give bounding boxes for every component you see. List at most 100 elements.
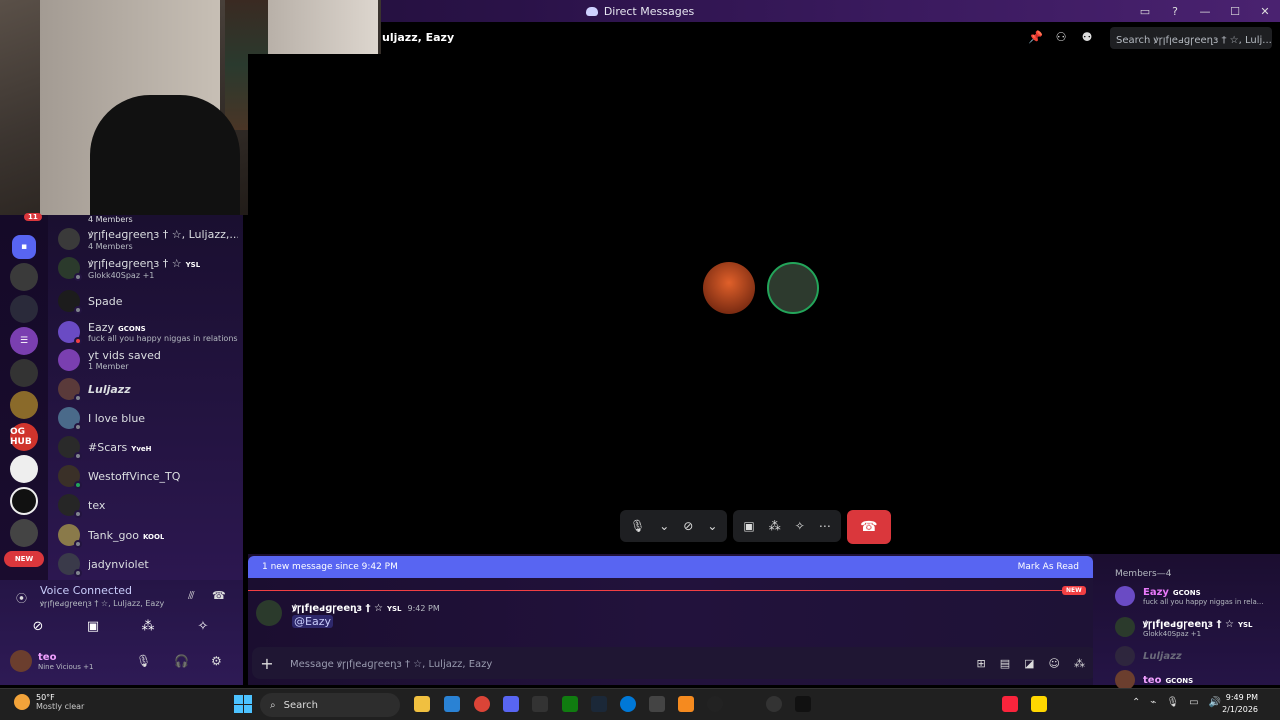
steam-icon[interactable]: [591, 696, 607, 712]
weather-widget[interactable]: 50°F Mostly clear: [14, 693, 84, 711]
chevron-down-icon[interactable]: ⌄: [659, 519, 669, 533]
pin-icon[interactable]: 📌: [1028, 30, 1043, 44]
app-icon-2[interactable]: [678, 696, 694, 712]
store-icon[interactable]: [444, 696, 460, 712]
dm-item[interactable]: ꝟꞅꞁfꞁeԁɡꞅeeղɜ † ☆ YSL Glokk40Spaz +1: [58, 254, 238, 282]
participant-avatar-speaking[interactable]: [767, 262, 819, 314]
weather-desc: Mostly clear: [36, 702, 85, 711]
dm-item[interactable]: #Scars YveH: [58, 433, 238, 461]
soundboard-icon[interactable]: ✧: [795, 519, 805, 533]
app-icon-3[interactable]: [707, 696, 723, 712]
participant-avatar[interactable]: [703, 262, 755, 314]
apps-icon[interactable]: ⁂: [1074, 657, 1085, 670]
microphone-icon[interactable]: 🎙: [136, 654, 151, 668]
help-icon[interactable]: ?: [1160, 5, 1190, 18]
soundboard-icon[interactable]: ✧: [183, 616, 223, 636]
sticker-icon[interactable]: ◪: [1024, 657, 1034, 670]
dm-item[interactable]: tex: [58, 491, 238, 519]
member-name: teo: [1143, 674, 1162, 686]
network-icon[interactable]: ⌁: [1150, 697, 1156, 708]
member-item[interactable]: teo GCONS: [1115, 670, 1193, 690]
video-toggle-icon[interactable]: ⊘: [18, 616, 58, 636]
inbox-icon[interactable]: ▭: [1130, 5, 1160, 18]
camera-off-icon[interactable]: ⊘: [683, 519, 693, 533]
dm-subtext: 1 Member: [88, 362, 129, 371]
disconnect-icon[interactable]: ☎: [212, 589, 226, 602]
app-icon-4[interactable]: [1031, 696, 1047, 712]
add-attachment-icon[interactable]: +: [252, 654, 282, 673]
screen-share-icon[interactable]: ▣: [73, 616, 113, 636]
avatar[interactable]: [256, 600, 282, 626]
avatar: [58, 553, 82, 577]
mention[interactable]: @Eazy: [292, 615, 333, 628]
user-panel[interactable]: teo Nine Vicious +1: [10, 650, 93, 672]
emoji-icon[interactable]: ☺: [1049, 657, 1060, 670]
member-item[interactable]: Luljazz: [1115, 646, 1182, 666]
server-icon-4[interactable]: [10, 359, 38, 387]
dm-item[interactable]: I love blue: [58, 404, 238, 432]
edge-icon[interactable]: [620, 696, 636, 712]
chrome-icon[interactable]: [474, 696, 490, 712]
og-hub-server-icon[interactable]: OG HUB: [10, 423, 38, 451]
file-explorer-icon[interactable]: [414, 696, 430, 712]
voice-status[interactable]: Voice Connected: [40, 584, 132, 597]
microphone-icon[interactable]: 🎙: [1166, 697, 1179, 708]
server-icon-7[interactable]: [10, 455, 38, 483]
server-icon-9[interactable]: [10, 519, 38, 547]
message-input[interactable]: Message ꝟꞅꞁfꞁeԁɡꞅeeղɜ † ☆, Luljazz, Eazy: [290, 656, 977, 670]
member-item[interactable]: Eazy GCONS fuck all you happy niggas in re…: [1115, 586, 1263, 606]
volume-icon[interactable]: 🔊: [1209, 697, 1221, 708]
message-composer[interactable]: + Message ꝟꞅꞁfꞁeԁɡꞅeeղɜ † ☆, Luljazz, Ea…: [252, 647, 1097, 679]
settings-gear-icon[interactable]: ⚙: [211, 654, 222, 668]
dm-item[interactable]: Tank_goo KOOL: [58, 521, 238, 549]
activities-icon[interactable]: ⁂: [769, 519, 781, 533]
dm-home-icon[interactable]: ▪: [12, 235, 36, 259]
gift-icon[interactable]: ⊞: [977, 657, 986, 670]
epic-games-icon[interactable]: [532, 696, 548, 712]
capcut-icon[interactable]: [795, 696, 811, 712]
gif-icon[interactable]: ▤: [1000, 657, 1010, 670]
app-icon-1[interactable]: [649, 696, 665, 712]
dm-item[interactable]: yt vids saved 1 Member: [58, 346, 238, 374]
taskbar-search[interactable]: ⌕ Search: [260, 693, 400, 717]
display-icon[interactable]: ▭: [1189, 697, 1198, 708]
screen-share-icon[interactable]: ▣: [743, 519, 754, 533]
minimize-button[interactable]: —: [1190, 5, 1220, 18]
chevron-down-icon[interactable]: ⌄: [707, 519, 717, 533]
dm-item[interactable]: Eazy GCONS fuck all you happy niggas in re…: [58, 318, 238, 346]
dm-item[interactable]: ꝟꞅꞁfꞁeԁɡꞅeeղɜ † ☆, Luljazz,... 4 Members: [58, 225, 238, 253]
xbox-icon[interactable]: [562, 696, 578, 712]
message-author[interactable]: ꝟꞅꞁfꞁeԁɡꞅeeղɜ † ☆: [292, 603, 383, 614]
member-list-icon[interactable]: ⚉: [1080, 30, 1094, 44]
start-button[interactable]: [234, 695, 252, 713]
mark-as-read-button[interactable]: Mark As Read: [1018, 562, 1079, 572]
music-icon[interactable]: [1002, 696, 1018, 712]
dm-name: Eazy: [88, 321, 114, 334]
search-input[interactable]: Search ꝟꞅꞁfꞁeԁɡꞅeeղɜ † ☆, Lulj...: [1110, 27, 1272, 49]
obs-icon[interactable]: [766, 696, 782, 712]
discord-taskbar-icon[interactable]: [503, 696, 519, 712]
new-messages-bar[interactable]: 1 new message since 9:42 PM Mark As Read: [248, 556, 1093, 578]
maximize-button[interactable]: ☐: [1220, 5, 1250, 18]
server-icon-1[interactable]: [10, 263, 38, 291]
headphones-icon[interactable]: 🎧: [174, 654, 189, 668]
server-icon-8[interactable]: [10, 487, 38, 515]
activities-icon[interactable]: ⁂: [128, 616, 168, 636]
add-friends-icon[interactable]: ⚇: [1054, 30, 1068, 44]
more-icon[interactable]: ⋯: [819, 519, 831, 533]
hang-up-button[interactable]: ☎: [846, 510, 891, 544]
noise-suppression-icon[interactable]: ⫻: [188, 589, 195, 603]
server-icon-2[interactable]: [10, 295, 38, 323]
dm-subtext: fuck all you happy niggas in relations..…: [88, 334, 238, 343]
server-icon-3[interactable]: ☰: [10, 327, 38, 355]
clock[interactable]: 9:49 PM 2/1/2026: [1222, 692, 1258, 716]
dm-item[interactable]: WestoffVince_TQ: [58, 462, 238, 490]
member-item[interactable]: ꝟꞅꞁfꞁeԁɡꞅeeղɜ † ☆ YSL Glokk40Spaz +1: [1115, 616, 1253, 638]
dm-item[interactable]: jadynviolet: [58, 550, 238, 578]
close-button[interactable]: ✕: [1250, 5, 1280, 18]
dm-item[interactable]: Luljazz: [58, 375, 238, 403]
chevron-up-icon[interactable]: ⌃: [1132, 697, 1140, 708]
dm-item[interactable]: Spade: [58, 287, 238, 315]
server-icon-5[interactable]: [10, 391, 38, 419]
microphone-icon[interactable]: 🎙: [630, 519, 645, 533]
